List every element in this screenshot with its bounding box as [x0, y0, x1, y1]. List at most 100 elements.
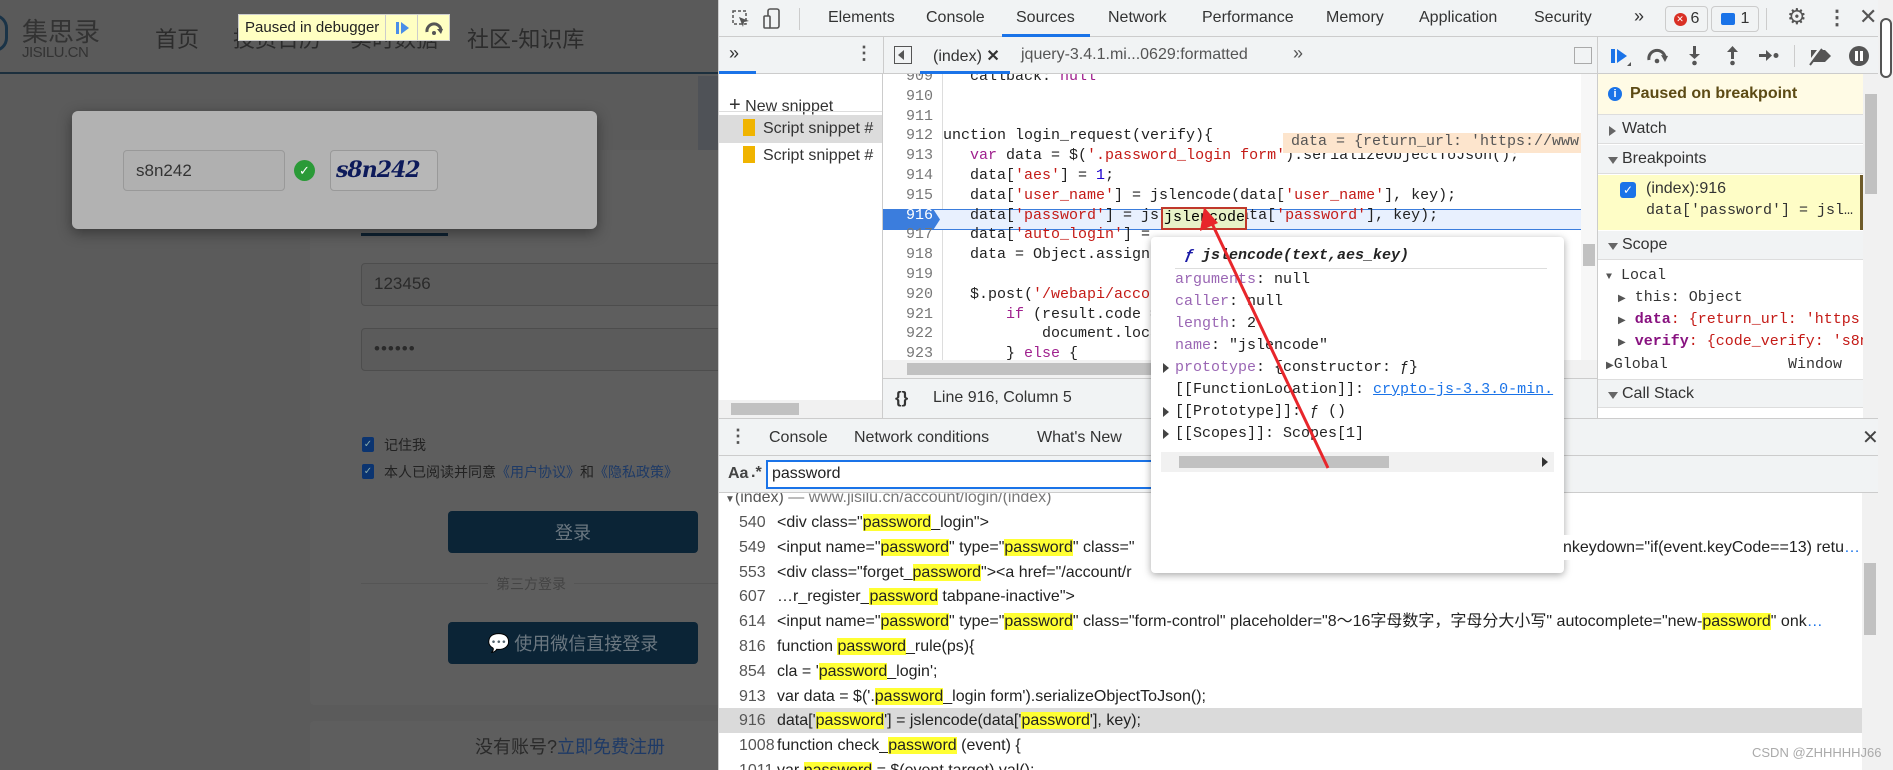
password-input[interactable]: ••••••: [361, 328, 718, 371]
line-number[interactable]: 913: [883, 147, 937, 164]
search-result-row[interactable]: 1008 function check_password (event) {: [719, 733, 1862, 758]
regex-toggle[interactable]: .*: [751, 464, 762, 482]
editor-vscrollbar[interactable]: [1581, 74, 1597, 360]
section-call-stack[interactable]: Call Stack: [1598, 379, 1878, 408]
step-icon[interactable]: [1758, 49, 1780, 61]
expand-triangle-icon[interactable]: [1163, 429, 1169, 439]
line-number[interactable]: 922: [883, 325, 937, 342]
settings-gear-icon[interactable]: ⚙: [1787, 4, 1807, 30]
toggle-debugger-icon[interactable]: [1574, 47, 1592, 64]
device-toolbar-icon[interactable]: [763, 8, 781, 30]
expand-triangle-icon[interactable]: [1163, 407, 1169, 417]
debugger-scrollbar[interactable]: [1863, 74, 1878, 418]
section-watch[interactable]: Watch: [1598, 115, 1878, 144]
new-snippet-button[interactable]: + New snippet: [729, 94, 833, 117]
search-result-row[interactable]: 916 data['password'] = jslencode(data['pa…: [719, 708, 1862, 734]
line-number[interactable]: 909: [883, 74, 937, 85]
scope-local[interactable]: ▼ Local: [1606, 267, 1666, 284]
drawer-tab-whats-new[interactable]: What's New: [1037, 429, 1122, 447]
drawer-tab-network-conditions[interactable]: Network conditions: [854, 429, 989, 447]
section-breakpoints[interactable]: Breakpoints: [1598, 145, 1878, 174]
search-result-row[interactable]: 854 cla = 'password_login';: [719, 659, 1862, 684]
errors-badge[interactable]: ✕ 6: [1665, 6, 1708, 32]
page-scrollbar[interactable]: [698, 76, 718, 151]
resume-button[interactable]: [385, 15, 417, 40]
drawer-menu-icon[interactable]: ⋮: [729, 426, 747, 447]
search-result-row[interactable]: 1011var password = $(event.target).val()…: [719, 758, 1862, 770]
step-into-icon[interactable]: [1688, 45, 1702, 67]
devtools-outer-scrollbar[interactable]: [1878, 0, 1893, 770]
navigator-menu-icon[interactable]: ⋮: [855, 43, 873, 64]
more-tabs-button[interactable]: »: [1634, 6, 1644, 27]
snippet-item[interactable]: Script snippet #: [743, 146, 873, 165]
resume-icon[interactable]: [1610, 47, 1632, 67]
search-result-row[interactable]: 607 …r_register_password tabpane-inactive…: [719, 584, 1862, 609]
tab-elements[interactable]: Elements: [828, 9, 895, 27]
line-number[interactable]: 917: [883, 226, 937, 243]
user-agreement-link[interactable]: 《用户协议》: [496, 464, 580, 480]
results-scrollbar[interactable]: [1862, 493, 1878, 770]
search-result-row[interactable]: 614 <input name="password" type="password…: [719, 609, 1862, 634]
line-number[interactable]: 915: [883, 187, 937, 204]
scope-data[interactable]: ▶ data: {return_url: 'https:/: [1618, 311, 1878, 328]
line-number[interactable]: 916: [883, 207, 937, 224]
line-number[interactable]: 918: [883, 246, 937, 263]
line-number[interactable]: 920: [883, 286, 937, 303]
tab-sources[interactable]: Sources: [1016, 9, 1075, 27]
login-button[interactable]: 登录: [448, 511, 698, 553]
close-tab-icon[interactable]: ✕: [986, 48, 999, 65]
function-location-link[interactable]: crypto-js-3.3.0-min.: [1373, 381, 1553, 398]
line-number[interactable]: 911: [883, 108, 937, 125]
more-options-icon[interactable]: ⋮: [1827, 5, 1847, 30]
pause-on-exceptions-icon[interactable]: [1848, 45, 1870, 67]
section-scope[interactable]: Scope: [1598, 231, 1878, 260]
privacy-policy-link[interactable]: 《隐私政策》: [594, 464, 678, 480]
expand-triangle-icon[interactable]: [1163, 363, 1169, 373]
captcha-image[interactable]: s8n242: [330, 150, 438, 191]
messages-badge[interactable]: 1: [1711, 6, 1759, 32]
line-number[interactable]: 912: [883, 127, 937, 144]
snippet-item[interactable]: Script snippet #: [743, 119, 873, 138]
agree-checkbox[interactable]: ✓: [362, 464, 374, 479]
file-tab-index[interactable]: (index) ✕: [933, 46, 1000, 66]
step-over-button[interactable]: [417, 15, 449, 40]
line-number[interactable]: 921: [883, 306, 937, 323]
nav-home[interactable]: 首页: [155, 22, 199, 54]
close-devtools-icon[interactable]: ✕: [1859, 4, 1877, 30]
step-out-icon[interactable]: [1726, 45, 1740, 67]
line-number[interactable]: 910: [883, 88, 937, 105]
deactivate-breakpoints-icon[interactable]: [1807, 46, 1833, 66]
navigator-hscrollbar[interactable]: [719, 400, 882, 418]
line-number[interactable]: 923: [883, 345, 937, 360]
register-link[interactable]: 立即免费注册: [557, 737, 665, 757]
inspect-element-icon[interactable]: [731, 9, 751, 29]
tab-performance[interactable]: Performance: [1202, 9, 1294, 27]
scope-verify[interactable]: ▶ verify: {code_verify: 's8n2: [1618, 333, 1878, 350]
tab-memory[interactable]: Memory: [1326, 9, 1384, 27]
match-case-toggle[interactable]: Aa: [728, 465, 748, 483]
navigator-more-icon[interactable]: »: [729, 43, 739, 64]
tab-network[interactable]: Network: [1108, 9, 1167, 27]
drawer-tab-console[interactable]: Console: [769, 429, 828, 447]
toggle-navigator-icon[interactable]: [894, 46, 912, 64]
search-result-row[interactable]: 913 var data = $('.password_login form').…: [719, 684, 1862, 709]
breakpoint-checkbox[interactable]: ✓: [1620, 182, 1636, 198]
truncation-ellipsis[interactable]: …: [1807, 613, 1823, 630]
tab-application[interactable]: Application: [1419, 9, 1497, 27]
wechat-login-button[interactable]: 💬 使用微信直接登录: [448, 622, 698, 664]
line-number[interactable]: 914: [883, 167, 937, 184]
tab-console[interactable]: Console: [926, 9, 985, 27]
file-tab-jquery[interactable]: jquery-3.4.1.mi...0629:formatted: [1021, 46, 1248, 64]
close-drawer-icon[interactable]: ✕: [1862, 425, 1879, 450]
remember-checkbox[interactable]: ✓: [362, 437, 374, 452]
scope-global[interactable]: ▶Global: [1606, 356, 1668, 373]
nav-community[interactable]: 社区-知识库: [467, 22, 584, 54]
pretty-print-icon[interactable]: {}: [895, 388, 908, 408]
tab-security[interactable]: Security: [1534, 9, 1592, 27]
scope-this[interactable]: ▶ this: Object: [1618, 289, 1743, 306]
step-over-icon[interactable]: [1646, 47, 1670, 65]
breakpoint-item[interactable]: ✓ (index):916 data['password'] = jsl…: [1598, 175, 1863, 230]
captcha-input[interactable]: s8n242: [123, 150, 285, 191]
more-files-icon[interactable]: »: [1293, 43, 1303, 64]
username-input[interactable]: 123456: [361, 263, 718, 306]
